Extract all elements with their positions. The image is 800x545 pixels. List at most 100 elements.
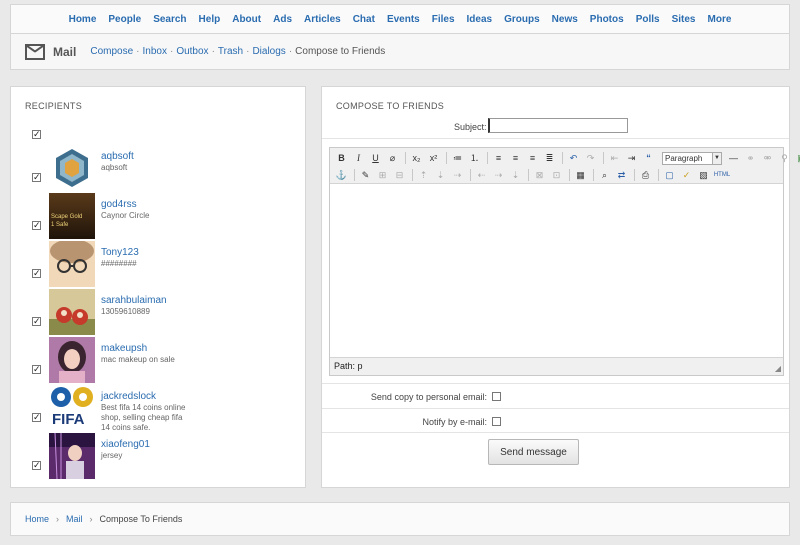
row-before-icon[interactable]: ⇡ xyxy=(416,168,431,182)
recipient-name[interactable]: Tony123 xyxy=(101,247,139,258)
editor-toolbar: B I U ⌀ x₂ x² ≔ ⒈ ≡ ≡ ≡ ≣ ↶ ↷ ⇤ ⇥ “ Para… xyxy=(330,148,800,184)
nav-search[interactable]: Search xyxy=(153,14,186,25)
format-select[interactable]: Paragraph ▼ xyxy=(662,151,722,165)
outdent-icon[interactable]: ⇤ xyxy=(607,151,622,165)
align-center-icon[interactable]: ≡ xyxy=(508,151,523,165)
recipient-name[interactable]: sarahbulaiman xyxy=(101,295,167,306)
recipients-panel: RECIPIENTS ✓ ✓ aqbsoft aqbsoft ✓ Scape G… xyxy=(10,86,306,488)
print-icon[interactable]: ⎙ xyxy=(638,168,653,182)
copy-checkbox[interactable] xyxy=(492,392,501,401)
nav-files[interactable]: Files xyxy=(432,14,455,25)
nav-events[interactable]: Events xyxy=(387,14,420,25)
nav-photos[interactable]: Photos xyxy=(590,14,624,25)
recipient-checkbox[interactable]: ✓ xyxy=(32,269,41,278)
row-after-icon[interactable]: ⇣ xyxy=(433,168,448,182)
undo-icon[interactable]: ↶ xyxy=(566,151,581,165)
recipient-checkbox[interactable]: ✓ xyxy=(32,221,41,230)
bullet-list-icon[interactable]: ≔ xyxy=(450,151,465,165)
indent-icon[interactable]: ⇥ xyxy=(624,151,639,165)
bold-button[interactable]: B xyxy=(334,151,349,165)
nav-news[interactable]: News xyxy=(552,14,578,25)
send-message-button[interactable]: Send message xyxy=(488,439,579,465)
paste-icon[interactable]: ▧ xyxy=(696,168,711,182)
horizontal-rule-icon[interactable]: — xyxy=(726,151,741,165)
nav-articles[interactable]: Articles xyxy=(304,14,341,25)
recipient-checkbox[interactable]: ✓ xyxy=(32,461,41,470)
delete-col-icon[interactable]: ⇣ xyxy=(508,168,523,182)
mail-title: Mail xyxy=(53,44,77,59)
clear-format-icon[interactable]: ⌀ xyxy=(385,151,400,165)
superscript-button[interactable]: x² xyxy=(426,151,441,165)
replace-icon[interactable]: ⇄ xyxy=(614,168,629,182)
breadcrumb-mail[interactable]: Mail xyxy=(66,514,83,524)
mail-link-trash[interactable]: Trash xyxy=(218,46,243,57)
copy-option-row: Send copy to personal email: xyxy=(322,383,789,408)
mail-link-dialogs[interactable]: Dialogs xyxy=(252,46,285,57)
recipient-row: ✓ makeupsh mac makeup on sale xyxy=(11,337,305,383)
recipient-name[interactable]: xiaofeng01 xyxy=(101,439,150,450)
merge-cells-icon[interactable]: ⊡ xyxy=(549,168,564,182)
mail-header: Mail Compose · Inbox · Outbox · Trash · … xyxy=(10,34,790,70)
split-cells-icon[interactable]: ⊠ xyxy=(532,168,547,182)
find-icon[interactable]: ⌕ xyxy=(597,168,612,182)
align-justify-icon[interactable]: ≣ xyxy=(542,151,557,165)
cleanup-icon[interactable]: ✓ xyxy=(679,168,694,182)
format-select-value: Paragraph xyxy=(665,153,703,163)
image-icon[interactable]: ▣ xyxy=(794,151,800,165)
underline-button[interactable]: U xyxy=(368,151,383,165)
unlink-icon[interactable]: ⚮ xyxy=(760,151,775,165)
nav-sites[interactable]: Sites xyxy=(672,14,696,25)
recipient-name[interactable]: aqbsoft xyxy=(101,151,134,162)
recipient-checkbox[interactable]: ✓ xyxy=(32,413,41,422)
mail-link-inbox[interactable]: Inbox xyxy=(143,46,167,57)
anchor-icon[interactable]: ⚲ xyxy=(777,151,792,165)
nav-home[interactable]: Home xyxy=(69,14,97,25)
recipient-desc: 13059610889 xyxy=(101,307,150,316)
numbered-list-icon[interactable]: ⒈ xyxy=(467,151,482,165)
nav-people[interactable]: People xyxy=(108,14,141,25)
nav-chat[interactable]: Chat xyxy=(353,14,375,25)
recipient-checkbox[interactable]: ✓ xyxy=(32,365,41,374)
avatar xyxy=(49,337,95,383)
nav-help[interactable]: Help xyxy=(199,14,221,25)
align-left-icon[interactable]: ≡ xyxy=(491,151,506,165)
align-right-icon[interactable]: ≡ xyxy=(525,151,540,165)
resize-grip-icon[interactable]: ◢ xyxy=(775,364,781,373)
nav-polls[interactable]: Polls xyxy=(636,14,660,25)
recipient-row: ✓ aqbsoft aqbsoft xyxy=(11,145,305,191)
redo-icon[interactable]: ↷ xyxy=(583,151,598,165)
nav-ideas[interactable]: Ideas xyxy=(467,14,493,25)
nav-about[interactable]: About xyxy=(232,14,261,25)
col-before-icon[interactable]: ⇠ xyxy=(474,168,489,182)
delete-row-icon[interactable]: ⇢ xyxy=(450,168,465,182)
breadcrumb-home[interactable]: Home xyxy=(25,514,49,524)
html-button[interactable]: HTML xyxy=(713,168,731,182)
nav-more[interactable]: More xyxy=(708,14,732,25)
nav-groups[interactable]: Groups xyxy=(504,14,540,25)
mail-link-compose[interactable]: Compose xyxy=(90,46,133,57)
recipient-name[interactable]: makeupsh xyxy=(101,343,147,354)
notify-checkbox[interactable] xyxy=(492,417,501,426)
editor-body[interactable] xyxy=(330,185,783,357)
italic-button[interactable]: I xyxy=(351,151,366,165)
insert-table-icon[interactable]: ▦ xyxy=(573,168,588,182)
link-icon[interactable]: ⚭ xyxy=(743,151,758,165)
blockquote-icon[interactable]: “ xyxy=(641,151,656,165)
table-icon[interactable]: ⊞ xyxy=(375,168,390,182)
recipient-checkbox[interactable]: ✓ xyxy=(32,317,41,326)
edit-css-icon[interactable]: ✎ xyxy=(358,168,373,182)
anchor-link-icon[interactable]: ⚓ xyxy=(334,168,349,182)
recipient-checkbox[interactable]: ✓ xyxy=(32,173,41,182)
avatar xyxy=(49,145,95,191)
recipient-name[interactable]: god4rss xyxy=(101,199,137,210)
fullscreen-icon[interactable]: ▢ xyxy=(662,168,677,182)
recipient-name[interactable]: jackredslock xyxy=(101,391,156,402)
mail-link-outbox[interactable]: Outbox xyxy=(176,46,208,57)
col-after-icon[interactable]: ⇢ xyxy=(491,168,506,182)
select-all-checkbox[interactable]: ✓ xyxy=(32,130,41,139)
table-props-icon[interactable]: ⊟ xyxy=(392,168,407,182)
subscript-button[interactable]: x₂ xyxy=(409,151,424,165)
subject-input[interactable] xyxy=(488,118,628,133)
nav-ads[interactable]: Ads xyxy=(273,14,292,25)
compose-panel: COMPOSE TO FRIENDS Subject: B I U ⌀ x₂ x… xyxy=(321,86,800,488)
